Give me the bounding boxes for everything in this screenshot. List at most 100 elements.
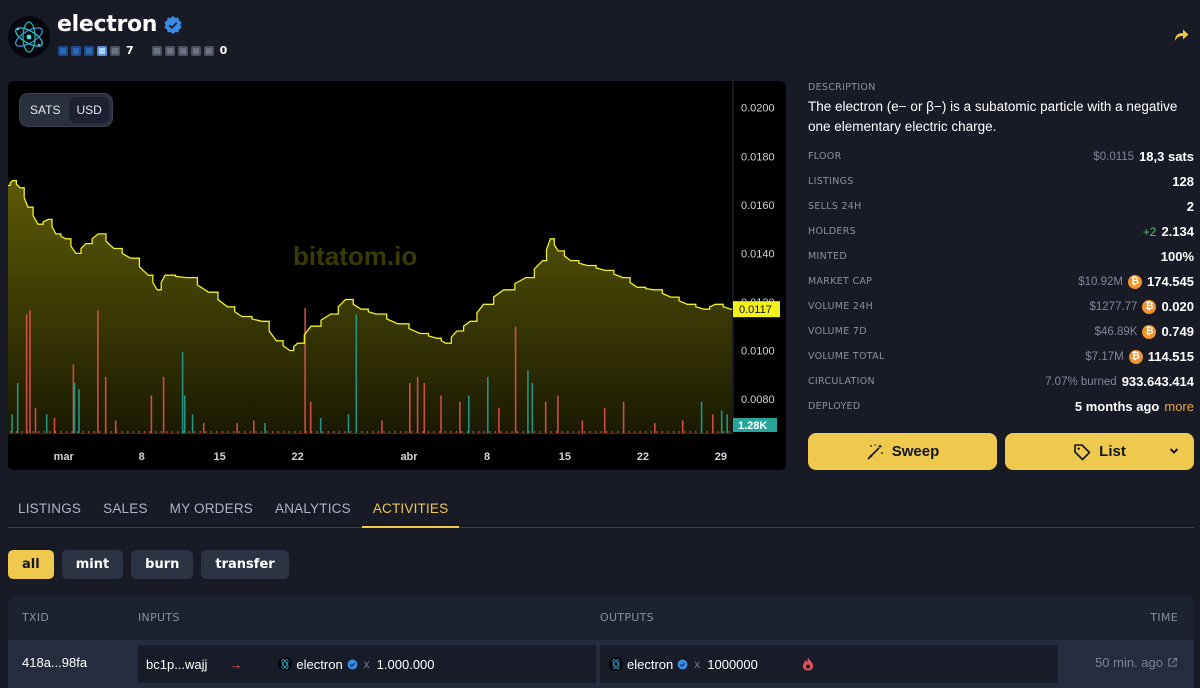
x-tick-label: 8 — [139, 451, 145, 463]
x-tick-label: mar — [54, 451, 75, 463]
stat-row: SELLS 24H 2 — [808, 194, 1194, 219]
volume-bar — [21, 431, 23, 433]
volume-bar — [416, 376, 419, 434]
volume-bar — [717, 431, 719, 433]
volume-bar — [409, 383, 411, 433]
verified-badge-icon — [164, 15, 182, 34]
volume-bar — [110, 431, 112, 433]
table-header: TXID INPUTS OUTPUTS TIME — [8, 596, 1194, 640]
tab-activities[interactable]: ACTIVITIES — [361, 492, 460, 528]
volume-bar — [372, 431, 374, 433]
token-avatar — [8, 16, 50, 58]
current-price-label: 0.0117 — [739, 304, 772, 316]
volume-bar — [210, 431, 212, 433]
filter-mint[interactable]: mint — [61, 550, 124, 579]
toggle-usd[interactable]: USD — [69, 97, 109, 123]
time-link[interactable]: 50 min. ago — [1095, 655, 1178, 670]
activity-tabs: LISTINGS SALES MY ORDERS ANALYTICS ACTIVITIE… — [8, 492, 1194, 528]
input-address[interactable]: bc1p...wajj — [146, 657, 207, 672]
bitcoin-icon: ₿ — [1142, 324, 1157, 339]
price-area — [8, 180, 732, 433]
volume-bar — [227, 431, 229, 433]
volume-bar — [127, 431, 129, 433]
input-token[interactable]: electron x 1.000.000 — [278, 657, 435, 672]
badge-square-off — [203, 45, 214, 56]
volume-bar — [355, 314, 358, 434]
output-token-name: electron — [627, 656, 674, 672]
volume-bar — [405, 431, 407, 433]
volume-bar — [459, 401, 461, 434]
txid-link[interactable]: 418a...98fa — [22, 655, 87, 670]
volume-bar — [461, 431, 463, 433]
volume-bar — [381, 420, 383, 433]
tag-icon — [1074, 443, 1091, 460]
currency-toggle[interactable]: SATS USD — [19, 93, 113, 127]
output-multiplier: x — [694, 657, 701, 671]
tab-analytics[interactable]: ANALYTICS — [264, 492, 362, 528]
chevron-down-icon[interactable] — [1168, 445, 1180, 457]
price-chart[interactable]: 0.02000.01800.01600.01400.01200.01000.00… — [8, 81, 786, 470]
tab-sales[interactable]: SALES — [92, 492, 159, 528]
tab-listings[interactable]: LISTINGS — [8, 492, 92, 528]
outputs-cell: electron x 1000000 — [600, 645, 1058, 683]
badge-square-off — [110, 45, 120, 56]
volume-bar — [383, 431, 385, 433]
volume-bar — [82, 431, 84, 433]
volume-bar — [684, 431, 686, 433]
filter-burn[interactable]: burn — [131, 550, 194, 579]
filter-all[interactable]: all — [8, 550, 54, 579]
stat-usd-value: $46.89K — [1094, 325, 1138, 338]
volume-bar — [272, 431, 274, 433]
stat-value-group: 100% — [1161, 249, 1194, 264]
volume-bar — [603, 408, 606, 433]
volume-bar — [347, 414, 350, 434]
more-link[interactable]: more — [1164, 399, 1194, 414]
y-tick-label: 0.0180 — [741, 151, 775, 163]
volume-bar — [73, 383, 76, 433]
table-row[interactable]: 418a...98fa bc1p...wajj → electron x 1.0… — [8, 640, 1194, 688]
stat-label: CIRCULATION — [808, 376, 875, 387]
stat-value: 2.134 — [1161, 224, 1194, 239]
volume-bar — [253, 420, 255, 433]
column-txid: TXID — [22, 611, 50, 624]
description-text: The electron (e− or β−) is a subatomic p… — [808, 99, 1178, 134]
volume-bar — [656, 431, 658, 433]
volume-bar — [93, 431, 95, 433]
stat-value-group: $0.0115 18,3 sats — [1093, 149, 1194, 164]
volume-bar — [38, 431, 40, 433]
volume-bar — [595, 431, 597, 433]
sweep-button[interactable]: Sweep — [808, 433, 997, 470]
volume-bar — [695, 431, 697, 433]
filter-transfer[interactable]: transfer — [201, 550, 289, 579]
price-chart-canvas[interactable]: 0.02000.01800.01600.01400.01200.01000.00… — [8, 81, 786, 470]
volume-bar — [304, 308, 306, 433]
share-arrow-icon[interactable] — [1172, 26, 1190, 44]
stat-value-group: $7.17M ₿ 114.515 — [1085, 349, 1194, 364]
output-amount: 1000000 — [707, 656, 758, 672]
volume-bar — [423, 383, 426, 433]
volume-bar — [114, 420, 117, 433]
volume-bar — [121, 431, 123, 433]
x-tick-label: 15 — [559, 451, 571, 463]
volume-bar — [160, 431, 162, 433]
volume-bar — [264, 423, 266, 433]
volume-bar — [65, 431, 68, 433]
volume-bar — [720, 410, 723, 433]
stat-row: VOLUME 7D $46.89K ₿ 0.749 — [808, 319, 1194, 344]
column-outputs: OUTPUTS — [600, 611, 654, 624]
list-button[interactable]: List — [1005, 433, 1194, 470]
token-atom-icon — [609, 657, 623, 671]
stat-usd-value: 7.07% burned — [1045, 375, 1117, 388]
tab-my-orders[interactable]: MY ORDERS — [159, 492, 264, 528]
volume-bar — [444, 431, 446, 433]
output-token[interactable]: electron x 1000000 — [609, 657, 758, 672]
volume-bar — [650, 431, 652, 433]
stat-value: 100% — [1160, 249, 1194, 264]
stat-label: MARKET CAP — [808, 276, 873, 287]
stat-value: 2 — [1186, 199, 1194, 214]
volume-bar — [723, 431, 725, 433]
toggle-sats[interactable]: SATS — [23, 97, 67, 123]
volume-bar — [78, 389, 80, 434]
volume-bar — [400, 431, 402, 433]
bitcoin-icon: ₿ — [1142, 299, 1157, 314]
